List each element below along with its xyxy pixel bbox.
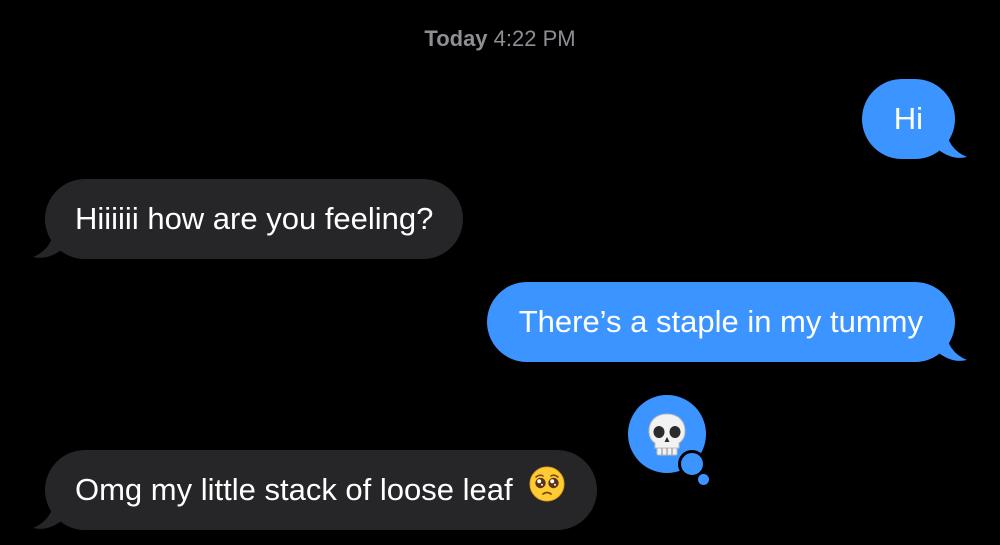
- message-bubble-sent[interactable]: There’s a staple in my tummy: [486, 282, 967, 362]
- skull-icon: [648, 413, 686, 456]
- message-bubble-received[interactable]: Hiiiiii how are you feeling?: [33, 179, 464, 259]
- bubble-tail: [935, 125, 967, 158]
- pleading-face-icon: [529, 452, 565, 532]
- bubble-tail: [935, 328, 967, 361]
- message-bubble-sent[interactable]: Hi: [861, 79, 967, 159]
- message-text: Hi: [893, 101, 923, 136]
- message-bubble-received[interactable]: Omg my little stack of loose leaf: [33, 450, 598, 532]
- message-text: There’s a staple in my tummy: [518, 304, 923, 339]
- message-text: Omg my little stack of loose leaf: [75, 472, 513, 507]
- bubble-tail: [33, 225, 65, 258]
- tapback-tail-dot-small: [698, 474, 709, 485]
- timestamp-day: Today: [424, 26, 488, 51]
- timestamp-time: 4:22 PM: [493, 26, 576, 51]
- bubble-tail: [33, 496, 65, 529]
- timestamp: Today 4:22 PM: [0, 26, 1000, 52]
- message-text: Hiiiiii how are you feeling?: [75, 201, 434, 236]
